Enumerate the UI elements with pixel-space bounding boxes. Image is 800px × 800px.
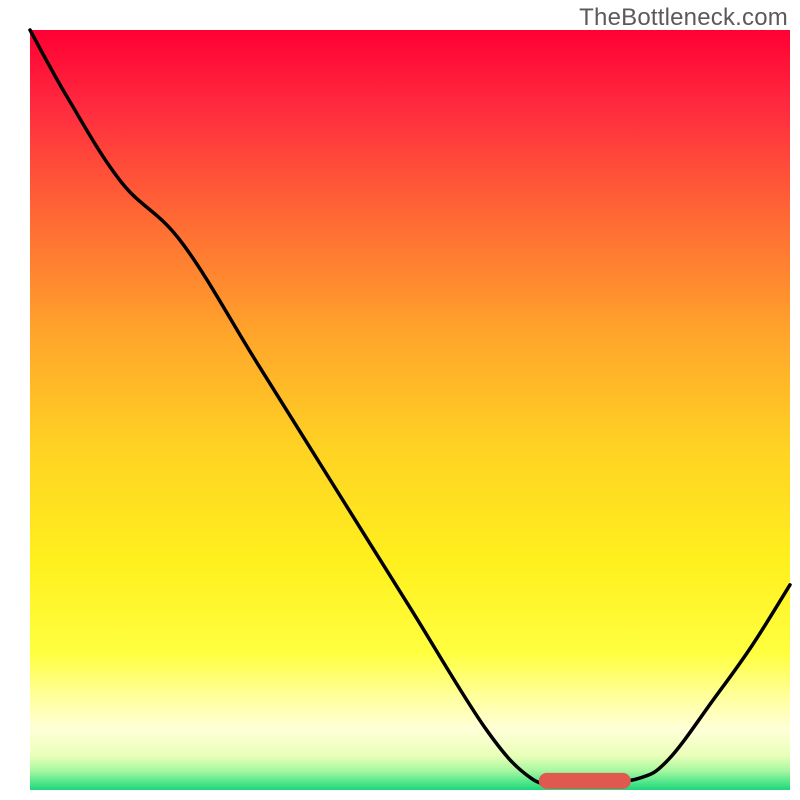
watermark-label: TheBottleneck.com <box>579 4 788 32</box>
gradient-background <box>30 30 790 790</box>
chart-svg <box>0 0 800 800</box>
bottleneck-chart: TheBottleneck.com <box>0 0 800 800</box>
